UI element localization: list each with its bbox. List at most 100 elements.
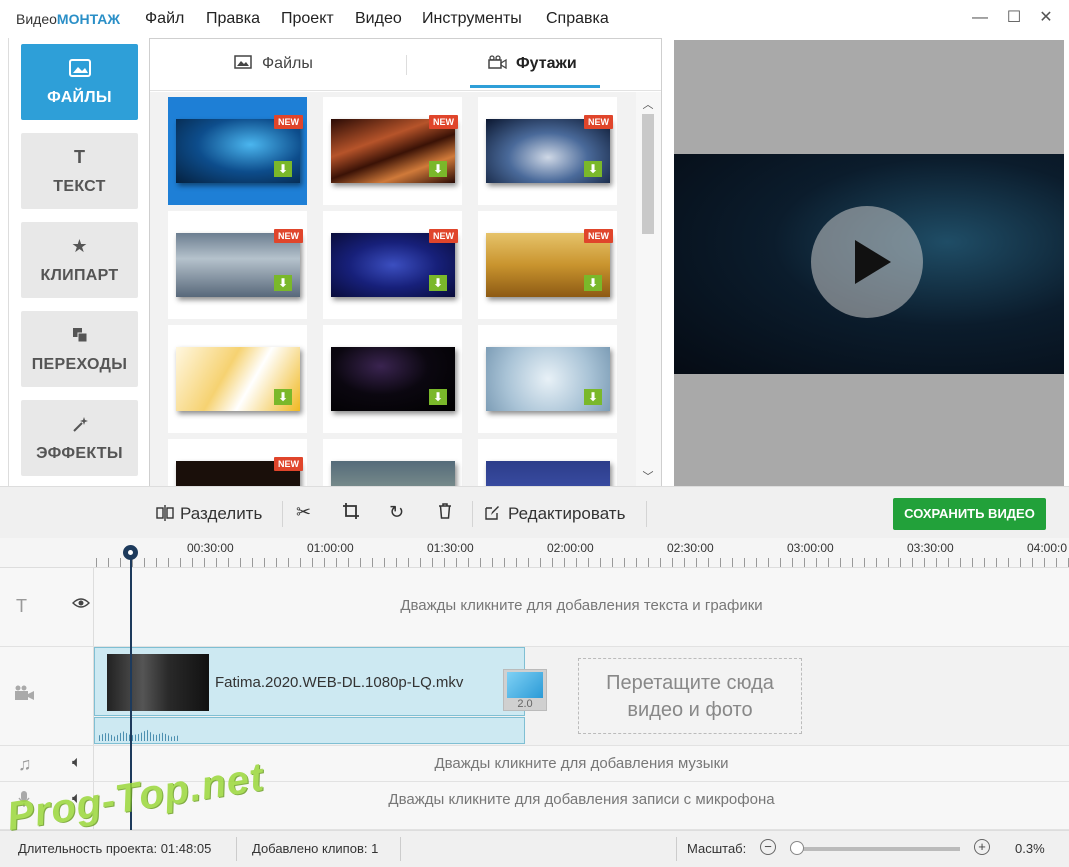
category-text[interactable]: T ТЕКСТ <box>21 133 138 209</box>
zoom-slider[interactable] <box>790 847 960 851</box>
rotate-icon[interactable]: ↻ <box>389 502 404 523</box>
new-badge: NEW <box>274 457 303 471</box>
scissors-icon[interactable]: ✂ <box>296 502 311 523</box>
category-files[interactable]: ФАЙЛЫ <box>21 44 158 120</box>
clip-name: Fatima.2020.WEB-DL.1080p-LQ.mkv <box>215 674 464 691</box>
close-icon[interactable]: ✕ <box>1034 8 1058 28</box>
new-badge: NEW <box>584 115 613 129</box>
play-icon <box>855 240 891 284</box>
footage-item[interactable]: ⬇ <box>478 325 617 433</box>
clips-count: Добавлено клипов: 1 <box>252 841 378 856</box>
logo-part2: МОНТАЖ <box>56 11 121 27</box>
duration-value: 01:48:05 <box>160 841 212 856</box>
speaker-icon[interactable]: 🔈︎ <box>72 754 82 772</box>
new-badge: NEW <box>274 115 303 129</box>
download-icon[interactable]: ⬇ <box>584 389 602 405</box>
tab-files[interactable]: Файлы <box>234 55 313 73</box>
trash-icon[interactable] <box>437 502 453 525</box>
category-transitions[interactable]: ПЕРЕХОДЫ <box>21 311 138 387</box>
library-scrollbar[interactable]: ︿ ﹀ <box>636 92 661 486</box>
new-badge: NEW <box>429 229 458 243</box>
playhead-handle[interactable] <box>123 545 138 560</box>
scrollbar-thumb[interactable] <box>642 114 654 234</box>
download-icon[interactable]: ⬇ <box>429 389 447 405</box>
footage-item[interactable] <box>478 439 617 486</box>
text-track[interactable]: Дважды кликните для добавления текста и … <box>94 568 1069 647</box>
eye-icon[interactable] <box>72 596 90 614</box>
music-note-icon: ♫ <box>18 754 32 774</box>
menu-tools[interactable]: Инструменты <box>422 10 522 28</box>
video-preview <box>674 40 1064 486</box>
library-tabs: Файлы Футажи <box>150 39 661 91</box>
tab-files-label: Файлы <box>262 55 313 72</box>
transition-block[interactable]: 2.0 <box>503 669 547 711</box>
video-track-header <box>0 647 94 746</box>
music-track-header: ♫ 🔈︎ <box>0 746 94 782</box>
save-video-button[interactable]: СОХРАНИТЬ ВИДЕО <box>893 498 1046 530</box>
footage-grid: NEW ⬇ NEW ⬇ NEW ⬇ NEW ⬇ NEW ⬇ NEW ⬇ ⬇ ⬇ … <box>150 92 636 486</box>
crop-icon[interactable] <box>342 502 360 525</box>
tab-footage[interactable]: Футажи <box>488 55 577 73</box>
footage-item[interactable]: NEW ⬇ <box>478 211 617 319</box>
text-track-header: T <box>0 568 94 647</box>
menu-help[interactable]: Справка <box>546 10 609 28</box>
video-camera-icon <box>14 685 36 706</box>
menu-file[interactable]: Файл <box>145 10 184 28</box>
download-icon[interactable]: ⬇ <box>274 389 292 405</box>
maximize-icon[interactable]: ☐ <box>1002 8 1026 28</box>
scroll-up-icon[interactable]: ︿ <box>642 96 654 112</box>
footage-item[interactable]: ⬇ <box>168 325 307 433</box>
timeline-ruler[interactable]: 00:30:00 01:00:00 01:30:00 02:00:00 02:3… <box>0 538 1069 568</box>
footage-item[interactable]: NEW <box>168 439 307 486</box>
category-files-label: ФАЙЛЫ <box>47 89 112 106</box>
ruler-label: 03:30:00 <box>907 541 954 555</box>
category-clipart[interactable]: ★ КЛИПАРТ <box>21 222 138 298</box>
library-panel: Файлы Футажи NEW ⬇ NEW ⬇ NEW ⬇ NEW ⬇ NEW… <box>149 38 662 486</box>
download-icon[interactable]: ⬇ <box>274 161 292 177</box>
video-clip[interactable]: Fatima.2020.WEB-DL.1080p-LQ.mkv 2.0 <box>94 647 547 716</box>
footage-item[interactable]: ⬇ <box>323 325 462 433</box>
active-tab-underline <box>470 85 600 88</box>
zoom-out-icon[interactable]: − <box>760 839 776 855</box>
play-button[interactable] <box>811 206 923 318</box>
download-icon[interactable]: ⬇ <box>584 161 602 177</box>
text-track-hint: Дважды кликните для добавления текста и … <box>400 597 763 614</box>
star-icon: ★ <box>71 236 88 256</box>
category-effects[interactable]: ЭФФЕКТЫ <box>21 400 138 476</box>
menu-project[interactable]: Проект <box>281 10 334 28</box>
menu-edit[interactable]: Правка <box>206 10 260 28</box>
project-duration: Длительность проекта: 01:48:05 <box>18 841 211 856</box>
zoom-slider-handle[interactable] <box>790 841 804 855</box>
split-button[interactable]: Разделить <box>156 504 262 524</box>
ruler-label: 03:00:00 <box>787 541 834 555</box>
ruler-label: 02:00:00 <box>547 541 594 555</box>
text-track-icon: T <box>16 596 27 616</box>
transitions-icon <box>21 325 138 347</box>
menu-video[interactable]: Видео <box>355 10 402 28</box>
status-bar: Длительность проекта: 01:48:05 Добавлено… <box>0 830 1069 867</box>
split-label: Разделить <box>180 504 263 523</box>
clip-audio-waveform[interactable] <box>94 717 525 744</box>
footage-item[interactable]: NEW ⬇ <box>168 97 307 205</box>
status-separator <box>236 837 237 861</box>
footage-item[interactable]: NEW ⬇ <box>323 97 462 205</box>
download-icon[interactable]: ⬇ <box>429 275 447 291</box>
scroll-down-icon[interactable]: ﹀ <box>642 468 654 484</box>
transition-icon <box>507 672 543 698</box>
footage-item[interactable]: NEW ⬇ <box>323 211 462 319</box>
zoom-in-icon[interactable]: + <box>974 839 990 855</box>
footage-item[interactable] <box>323 439 462 486</box>
new-badge: NEW <box>584 229 613 243</box>
media-drop-zone[interactable]: Перетащите сюда видео и фото <box>578 658 802 734</box>
download-icon[interactable]: ⬇ <box>274 275 292 291</box>
minimize-icon[interactable]: — <box>968 8 992 28</box>
category-panel: ФАЙЛЫ T ТЕКСТ ★ КЛИПАРТ ПЕРЕХОДЫ ЭФФЕКТЫ <box>8 38 158 486</box>
download-icon[interactable]: ⬇ <box>584 275 602 291</box>
toolbar-separator <box>646 501 647 527</box>
edit-button[interactable]: Редактировать <box>484 504 625 524</box>
download-icon[interactable]: ⬇ <box>429 161 447 177</box>
duration-label: Длительность проекта: <box>18 841 158 856</box>
footage-item[interactable]: NEW ⬇ <box>478 97 617 205</box>
playhead-dot <box>128 550 133 555</box>
footage-item[interactable]: NEW ⬇ <box>168 211 307 319</box>
